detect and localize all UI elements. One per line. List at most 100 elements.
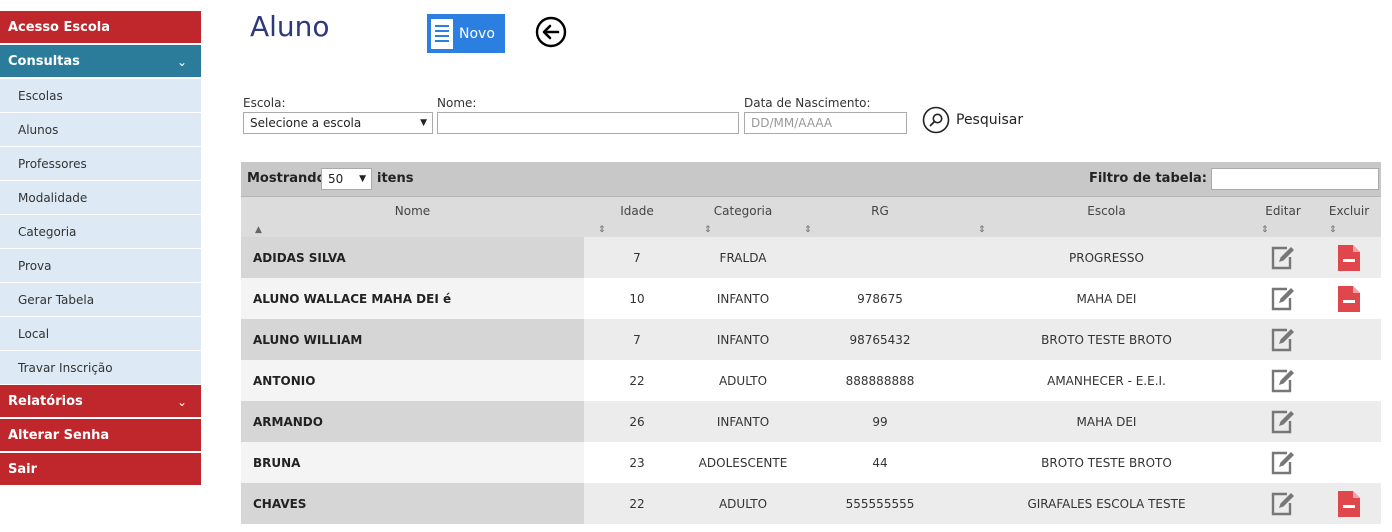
menu-acesso-escola[interactable]: Acesso Escola xyxy=(0,11,201,45)
cell-excluir xyxy=(1317,319,1381,360)
cell-escola: GIRAFALES ESCOLA TESTE xyxy=(964,483,1249,524)
sort-icon: ⇕ xyxy=(1261,225,1269,235)
cell-nome: ARMANDO xyxy=(241,401,584,442)
name-input[interactable] xyxy=(437,112,739,134)
cell-nome: BRUNA xyxy=(241,442,584,483)
school-label: Escola: xyxy=(243,96,286,110)
menu-alterar-senha[interactable]: Alterar Senha xyxy=(0,419,201,453)
cell-nome: ADIDAS SILVA xyxy=(241,237,584,278)
arrow-left-circle-icon[interactable] xyxy=(535,16,567,48)
sort-icon: ⇕ xyxy=(598,225,606,235)
cell-nome: CHAVES xyxy=(241,483,584,524)
sidebar-item-travar-inscricao[interactable]: Travar Inscrição xyxy=(0,351,201,385)
delete-file-icon[interactable] xyxy=(1336,244,1362,272)
column-header-idade[interactable]: Idade ⇕ xyxy=(584,197,690,237)
cell-rg: 44 xyxy=(796,442,964,483)
birthdate-label: Data de Nascimento: xyxy=(744,96,871,110)
table-filter-input[interactable] xyxy=(1211,168,1379,190)
new-button[interactable]: Novo xyxy=(427,14,505,53)
cell-escola: AMANHECER - E.E.I. xyxy=(964,360,1249,401)
cell-nome: ALUNO WILLIAM xyxy=(241,319,584,360)
table-toolbar: Mostrando 50 ▼ itens Filtro de tabela: xyxy=(241,162,1381,197)
column-header-escola[interactable]: Escola ⇕ xyxy=(964,197,1249,237)
sidebar-item-escolas[interactable]: Escolas xyxy=(0,79,201,113)
menu-relatorios-label: Relatórios xyxy=(8,394,83,409)
menu-relatorios[interactable]: Relatórios ⌄ xyxy=(0,385,201,419)
sidebar-item-modalidade[interactable]: Modalidade xyxy=(0,181,201,215)
page-size-value: 50 xyxy=(328,172,344,186)
edit-icon[interactable] xyxy=(1270,450,1296,476)
page-size-select[interactable]: 50 ▼ xyxy=(321,168,372,190)
menu-sair[interactable]: Sair xyxy=(0,453,201,487)
search-icon xyxy=(922,106,950,134)
school-select[interactable]: Selecione a escola ▼ xyxy=(243,112,433,134)
edit-icon[interactable] xyxy=(1270,286,1296,312)
cell-idade: 10 xyxy=(584,278,690,319)
cell-rg: 99 xyxy=(796,401,964,442)
table-row: ARMANDO 26 INFANTO 99 MAHA DEI xyxy=(241,401,1381,442)
cell-categoria: ADULTO xyxy=(690,360,796,401)
cell-escola: PROGRESSO xyxy=(964,237,1249,278)
cell-editar xyxy=(1249,237,1317,278)
menu-consultas[interactable]: Consultas ⌄ xyxy=(0,45,201,79)
sidebar-item-alunos[interactable]: Alunos xyxy=(0,113,201,147)
edit-icon[interactable] xyxy=(1270,368,1296,394)
new-button-label: Novo xyxy=(459,25,495,42)
page-title: Aluno xyxy=(250,10,330,43)
cell-categoria: INFANTO xyxy=(690,278,796,319)
document-icon xyxy=(431,18,453,49)
sidebar-item-prova[interactable]: Prova xyxy=(0,249,201,283)
table-row: ALUNO WILLIAM 7 INFANTO 98765432 BROTO TESTE… xyxy=(241,319,1381,360)
cell-nome: ALUNO WALLACE MAHA DEI é xyxy=(241,278,584,319)
column-header-excluir[interactable]: Excluir ⇕ xyxy=(1317,197,1381,237)
cell-excluir xyxy=(1317,401,1381,442)
cell-idade: 7 xyxy=(584,237,690,278)
delete-file-icon[interactable] xyxy=(1336,285,1362,313)
cell-excluir xyxy=(1317,442,1381,483)
sidebar-item-professores[interactable]: Professores xyxy=(0,147,201,181)
sidebar-item-categoria[interactable]: Categoria xyxy=(0,215,201,249)
chevron-down-icon: ⌄ xyxy=(176,395,187,409)
cell-escola: BROTO TESTE BROTO xyxy=(964,319,1249,360)
cell-editar xyxy=(1249,360,1317,401)
cell-escola: MAHA DEI xyxy=(964,401,1249,442)
column-header-rg[interactable]: RG ⇕ xyxy=(796,197,964,237)
cell-categoria: ADOLESCENTE xyxy=(690,442,796,483)
items-label: itens xyxy=(377,171,414,186)
cell-rg: 98765432 xyxy=(796,319,964,360)
delete-file-icon[interactable] xyxy=(1336,490,1362,518)
cell-editar xyxy=(1249,442,1317,483)
school-select-value: Selecione a escola xyxy=(250,116,362,130)
search-button[interactable]: Pesquisar xyxy=(922,106,1023,134)
menu-consultas-label: Consultas xyxy=(8,54,80,69)
cell-escola: BROTO TESTE BROTO xyxy=(964,442,1249,483)
cell-categoria: INFANTO xyxy=(690,401,796,442)
name-label: Nome: xyxy=(437,96,477,110)
cell-idade: 22 xyxy=(584,483,690,524)
column-header-categoria[interactable]: Categoria ⇕ xyxy=(690,197,796,237)
column-header-nome[interactable]: Nome ▲ xyxy=(241,197,584,237)
sidebar-item-local[interactable]: Local xyxy=(0,317,201,351)
birthdate-input[interactable] xyxy=(744,112,907,134)
edit-icon[interactable] xyxy=(1270,491,1296,517)
edit-icon[interactable] xyxy=(1270,245,1296,271)
cell-rg: 888888888 xyxy=(796,360,964,401)
sort-icon: ⇕ xyxy=(1329,225,1337,235)
cell-editar xyxy=(1249,319,1317,360)
cell-nome: ANTONIO xyxy=(241,360,584,401)
cell-excluir xyxy=(1317,237,1381,278)
cell-categoria: INFANTO xyxy=(690,319,796,360)
table-row: ANTONIO 22 ADULTO 888888888 AMANHECER - E.E.… xyxy=(241,360,1381,401)
edit-icon[interactable] xyxy=(1270,409,1296,435)
sidebar-item-gerar-tabela[interactable]: Gerar Tabela xyxy=(0,283,201,317)
dropdown-arrow-icon: ▼ xyxy=(359,174,366,184)
cell-idade: 22 xyxy=(584,360,690,401)
column-header-editar[interactable]: Editar ⇕ xyxy=(1249,197,1317,237)
sidebar: Acesso Escola Consultas ⌄ Escolas Alunos… xyxy=(0,11,201,487)
showing-label: Mostrando xyxy=(247,171,326,186)
cell-categoria: ADULTO xyxy=(690,483,796,524)
sort-icon: ⇕ xyxy=(978,225,986,235)
cell-rg: 555555555 xyxy=(796,483,964,524)
edit-icon[interactable] xyxy=(1270,327,1296,353)
table-row: ALUNO WALLACE MAHA DEI é 10 INFANTO 978675 M… xyxy=(241,278,1381,319)
